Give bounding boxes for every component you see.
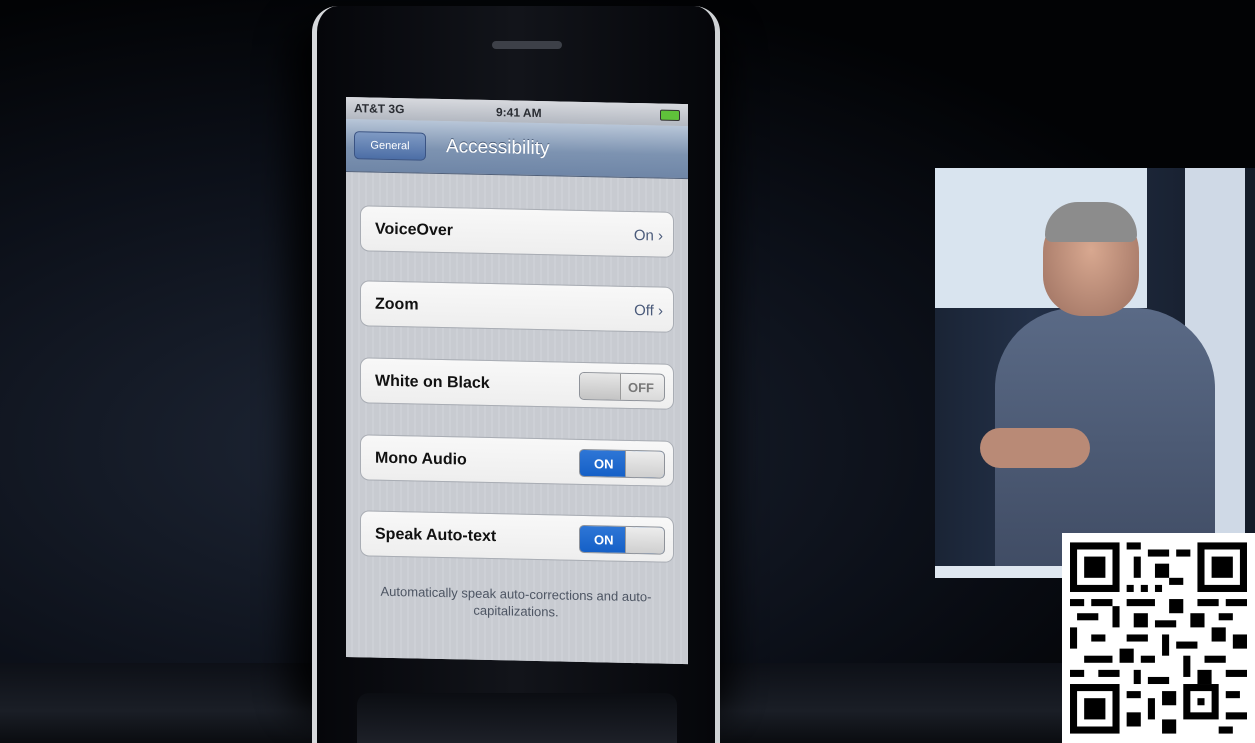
speak-auto-text-toggle[interactable]: ON: [579, 524, 665, 555]
presenter-hands: [980, 428, 1090, 468]
speak-auto-text-description: Automatically speak auto-corrections and…: [380, 583, 652, 620]
toggle-state: ON: [594, 532, 614, 548]
presenter-hair: [1045, 202, 1137, 242]
carrier-label: AT&T 3G: [354, 101, 405, 117]
speak-auto-text-row: Speak Auto-text ON: [360, 510, 674, 563]
page-title: Accessibility: [446, 136, 550, 160]
voiceover-row[interactable]: VoiceOver On ›: [360, 205, 674, 258]
toggle-knob: [625, 526, 664, 554]
zoom-label: Zoom: [375, 295, 419, 314]
zoom-value: Off ›: [634, 302, 663, 320]
speak-auto-text-label: Speak Auto-text: [375, 525, 497, 546]
toggle-state: ON: [594, 456, 614, 472]
zoom-row[interactable]: Zoom Off ›: [360, 280, 674, 333]
phone-bottom-bezel: [357, 693, 677, 743]
qr-code: [1062, 533, 1255, 743]
back-button-general[interactable]: General: [354, 131, 426, 161]
navigation-bar: General Accessibility: [346, 119, 688, 180]
toggle-knob: [580, 372, 621, 400]
mono-audio-label: Mono Audio: [375, 449, 467, 469]
mono-audio-toggle[interactable]: ON: [579, 448, 665, 479]
white-on-black-toggle[interactable]: OFF: [579, 371, 665, 402]
earpiece-speaker: [492, 41, 562, 49]
iphone-screen: AT&T 3G 9:41 AM General Accessibility Vo…: [346, 97, 688, 665]
battery-icon: [660, 109, 680, 121]
status-time: 9:41 AM: [496, 105, 542, 121]
white-on-black-label: White on Black: [375, 372, 490, 393]
white-on-black-row: White on Black OFF: [360, 357, 674, 410]
presenter-video-feed: [935, 168, 1255, 578]
mono-audio-row: Mono Audio ON: [360, 434, 674, 487]
voiceover-value: On ›: [633, 227, 663, 245]
toggle-state: OFF: [628, 379, 654, 396]
qr-code-image: [1070, 542, 1247, 734]
toggle-knob: [625, 450, 664, 478]
voiceover-label: VoiceOver: [375, 220, 453, 240]
